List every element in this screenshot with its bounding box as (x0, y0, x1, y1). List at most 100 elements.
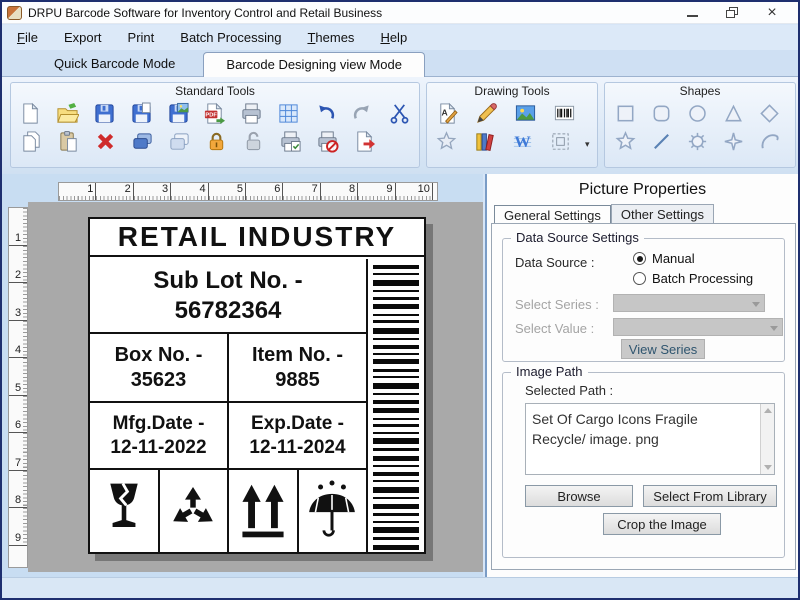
label-title[interactable]: RETAIL INDUSTRY (90, 219, 424, 257)
barcode-bar (373, 393, 419, 396)
tool-group-shapes: Shapes (604, 82, 796, 168)
vruler-mark: 9 (9, 508, 27, 546)
restore-icon[interactable] (724, 6, 740, 20)
browse-button[interactable]: Browse (525, 485, 633, 507)
redo-icon[interactable] (350, 100, 374, 126)
this-way-up-icon[interactable] (229, 470, 299, 552)
menu-item-help[interactable]: Help (380, 30, 407, 45)
unlock-icon[interactable] (241, 128, 265, 154)
text-document-icon[interactable]: A (435, 100, 459, 126)
selected-path-textbox[interactable]: Set Of Cargo Icons Fragile Recycle/ imag… (525, 403, 775, 475)
barcode-bar (373, 296, 419, 300)
hruler-mark: 4 (171, 183, 209, 200)
copy-icon[interactable] (19, 128, 43, 154)
select-value-label: Select Value : (515, 321, 595, 336)
new-document-icon[interactable] (19, 100, 43, 126)
view-series-button[interactable]: View Series (621, 339, 705, 359)
recycle-icon[interactable] (160, 470, 229, 552)
tool-group-drawing-tools: Drawing ToolsAW▾▾ (426, 82, 646, 168)
shape-diamond-icon[interactable] (757, 100, 781, 126)
box-no-cell[interactable]: Box No. - 35623 (90, 334, 229, 401)
watermark-icon[interactable]: W (511, 128, 534, 154)
tab-other-settings[interactable]: Other Settings (610, 204, 714, 225)
shape-ellipse-icon[interactable] (685, 100, 709, 126)
barcode-bar (373, 408, 419, 414)
select-value-dropdown (613, 318, 783, 336)
mfg-date-cell[interactable]: Mfg.Date - 12-11-2022 (90, 403, 229, 468)
radio-batch-processing[interactable]: Batch Processing (633, 271, 753, 286)
grid-icon[interactable] (277, 100, 301, 126)
barcode-label[interactable]: RETAIL INDUSTRY Sub Lot No. - 56782364 B… (88, 217, 426, 554)
picture-properties-panel: Picture Properties General Settings Other… (485, 174, 798, 577)
save-icon[interactable] (93, 100, 117, 126)
shape-rounded-icon[interactable] (649, 100, 673, 126)
barcode-bar (373, 471, 419, 476)
minimize-icon[interactable] (684, 6, 700, 20)
svg-text:PDF: PDF (206, 112, 218, 118)
export-page-icon[interactable] (352, 128, 376, 154)
frame-tool-dropdown-icon[interactable]: ▾ (585, 139, 590, 150)
tab-quick-barcode-mode[interactable]: Quick Barcode Mode (32, 52, 197, 76)
shape-arc-icon[interactable] (757, 128, 781, 154)
close-icon[interactable]: × (764, 4, 780, 21)
duplicate-icon[interactable] (167, 128, 191, 154)
menu-item-file[interactable]: File (17, 30, 38, 45)
exp-date-cell[interactable]: Exp.Date - 12-11-2024 (229, 403, 366, 468)
cut-icon[interactable] (387, 100, 411, 126)
barcode-bar (373, 513, 419, 517)
barcode-bar (373, 520, 419, 523)
save-image-icon[interactable] (166, 100, 190, 126)
path-scrollbar[interactable] (760, 404, 774, 474)
open-folder-icon[interactable] (56, 100, 80, 126)
barcode-bar (373, 376, 419, 379)
star-tool-icon[interactable] (435, 128, 458, 154)
group-legend: Data Source Settings (511, 230, 644, 245)
menu-item-print[interactable]: Print (128, 30, 155, 45)
frame-tool-icon[interactable] (549, 128, 572, 154)
scroll-up-icon[interactable] (764, 408, 772, 413)
menu-item-batch-processing[interactable]: Batch Processing (180, 30, 281, 45)
radio-manual[interactable]: Manual (633, 251, 695, 266)
barcode-bar (373, 399, 419, 404)
scroll-down-icon[interactable] (764, 465, 772, 470)
barcode-bar (373, 455, 419, 461)
hruler-mark: 5 (208, 183, 246, 200)
data-source-settings-group: Data Source Settings Data Source : Manua… (502, 230, 785, 362)
mode-tab-row: Quick Barcode Mode Barcode Designing view… (2, 50, 798, 77)
barcode-bar (373, 352, 419, 355)
shape-square-icon[interactable] (613, 100, 637, 126)
status-bar (2, 577, 798, 598)
print-icon[interactable] (240, 100, 264, 126)
tab-barcode-designing-view-mode[interactable]: Barcode Designing view Mode (203, 52, 426, 77)
vruler-mark: 7 (9, 433, 27, 471)
library-icon[interactable] (473, 128, 496, 154)
paste-icon[interactable] (56, 128, 80, 154)
data-source-label: Data Source : (515, 255, 595, 270)
lock-icon[interactable] (204, 128, 228, 154)
delete-icon[interactable] (93, 128, 117, 154)
barcode[interactable] (368, 259, 424, 552)
selected-path-value: Set Of Cargo Icons Fragile Recycle/ imag… (532, 411, 698, 448)
item-no-cell[interactable]: Item No. - 9885 (229, 334, 366, 401)
shape-triangle-icon[interactable] (721, 100, 745, 126)
fragile-icon[interactable] (90, 470, 160, 552)
copy-alt-icon[interactable] (130, 128, 154, 154)
shape-sun-icon[interactable] (685, 128, 709, 154)
menu-item-export[interactable]: Export (64, 30, 102, 45)
picture-icon[interactable] (513, 100, 537, 126)
print-cancel-icon[interactable] (315, 128, 339, 154)
undo-icon[interactable] (314, 100, 338, 126)
save-as-icon[interactable] (129, 100, 153, 126)
crop-the-image-button[interactable]: Crop the Image (603, 513, 721, 535)
barcode-icon[interactable] (552, 100, 576, 126)
shape-fourstar-icon[interactable] (721, 128, 745, 154)
sub-lot-cell[interactable]: Sub Lot No. - 56782364 (90, 259, 366, 332)
shape-star-icon[interactable] (613, 128, 637, 154)
pencil-icon[interactable] (474, 100, 498, 126)
keep-dry-icon[interactable] (299, 470, 367, 552)
shape-line-icon[interactable] (649, 128, 673, 154)
select-from-library-button[interactable]: Select From Library (643, 485, 777, 507)
menu-item-themes[interactable]: Themes (307, 30, 354, 45)
export-pdf-icon[interactable]: PDF (203, 100, 227, 126)
print-preview-icon[interactable] (278, 128, 302, 154)
